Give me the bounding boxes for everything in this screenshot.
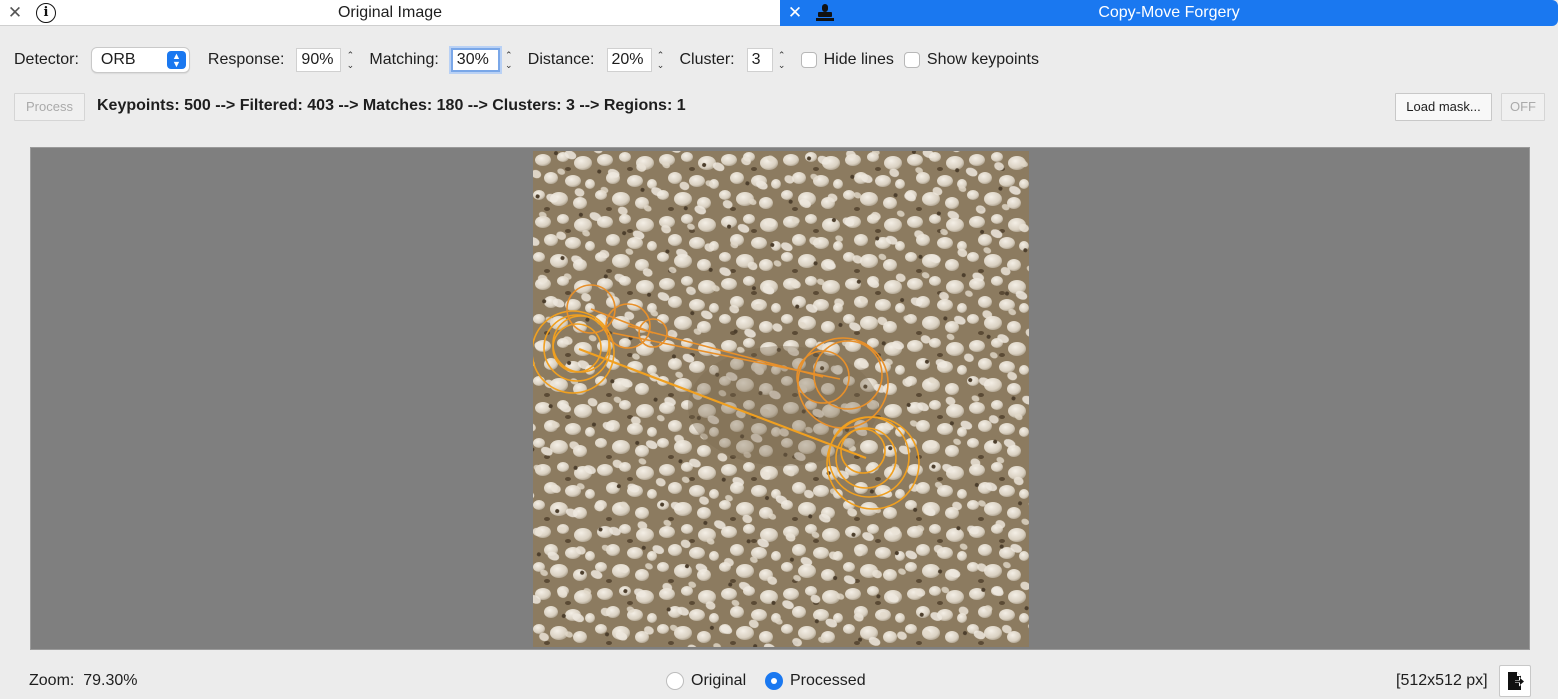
info-icon[interactable]: i (36, 3, 56, 23)
distance-label: Distance: (527, 51, 595, 68)
tab-copy-move-forgery[interactable]: ✕ Copy-Move Forgery (780, 0, 1558, 26)
matching-input[interactable]: 30% (450, 48, 500, 72)
close-icon[interactable]: ✕ (6, 4, 24, 22)
distance-spinbox: 20% ⌃ ⌄ (606, 48, 668, 72)
show-keypoints-label: Show keypoints (926, 51, 1039, 68)
view-processed-option[interactable]: Processed (765, 672, 866, 690)
response-input[interactable]: 90% (296, 48, 342, 72)
view-processed-label: Processed (790, 672, 866, 689)
cluster-input[interactable]: 3 (746, 48, 773, 72)
stepper-icon[interactable]: ⌃ ⌄ (502, 48, 516, 72)
cluster-spinbox: 3 ⌃ ⌄ (746, 48, 789, 72)
parameters-toolbar: Detector: ORB ▲ ▼ Response: 90% ⌃ ⌄ Matchi… (0, 44, 1558, 76)
stepper-icon[interactable]: ⌃ ⌄ (654, 48, 668, 72)
process-button[interactable]: Process (14, 93, 85, 121)
tab-original-image[interactable]: ✕ i Original Image (0, 0, 780, 26)
tab-title: Original Image (337, 3, 443, 21)
image-dimensions: [512x512 px] (1396, 672, 1488, 689)
status-text: Keypoints: 500 --> Filtered: 403 --> Mat… (97, 97, 686, 114)
response-spinbox: 90% ⌃ ⌄ (296, 48, 357, 72)
processed-image[interactable] (533, 151, 1029, 647)
chevron-updown-icon: ▲ ▼ (166, 51, 186, 69)
stepper-icon[interactable]: ⌃ ⌄ (775, 48, 789, 72)
view-original-label: Original (691, 672, 747, 689)
export-icon (1508, 672, 1525, 690)
stepper-icon[interactable]: ⌃ ⌄ (343, 48, 357, 72)
matching-label: Matching: (369, 51, 439, 68)
hide-lines-label: Hide lines (823, 51, 894, 68)
view-original-radio[interactable] (666, 672, 684, 690)
zoom-value: 79.30% (83, 672, 138, 689)
detector-select[interactable]: ORB ▲ ▼ (90, 47, 190, 73)
tab-title: Copy-Move Forgery (1098, 4, 1240, 21)
detector-value: ORB (100, 51, 136, 68)
detector-label: Detector: (14, 51, 79, 68)
matching-spinbox: 30% ⌃ ⌄ (450, 48, 516, 72)
stamp-icon (816, 4, 834, 21)
zoom-indicator: Zoom: 79.30% (29, 672, 138, 690)
load-mask-button[interactable]: Load mask... (1395, 93, 1492, 121)
view-processed-radio[interactable] (765, 672, 783, 690)
distance-input[interactable]: 20% (606, 48, 652, 72)
response-label: Response: (207, 51, 285, 68)
image-viewer[interactable] (30, 147, 1530, 650)
gravel-image-render (533, 151, 1029, 647)
hide-lines-checkbox[interactable] (800, 52, 817, 68)
zoom-label: Zoom: (29, 672, 75, 689)
export-button[interactable] (1499, 665, 1531, 697)
mask-off-button[interactable]: OFF (1501, 93, 1545, 121)
tab-bar: ✕ i Original Image ✕ Copy-Move Forgery (0, 0, 1558, 26)
close-icon[interactable]: ✕ (786, 4, 804, 22)
show-keypoints-checkbox[interactable] (903, 52, 920, 68)
hide-lines-toggle[interactable]: Hide lines (800, 51, 894, 69)
show-keypoints-toggle[interactable]: Show keypoints (903, 51, 1039, 69)
cluster-label: Cluster: (679, 51, 735, 68)
view-original-option[interactable]: Original (666, 672, 746, 690)
